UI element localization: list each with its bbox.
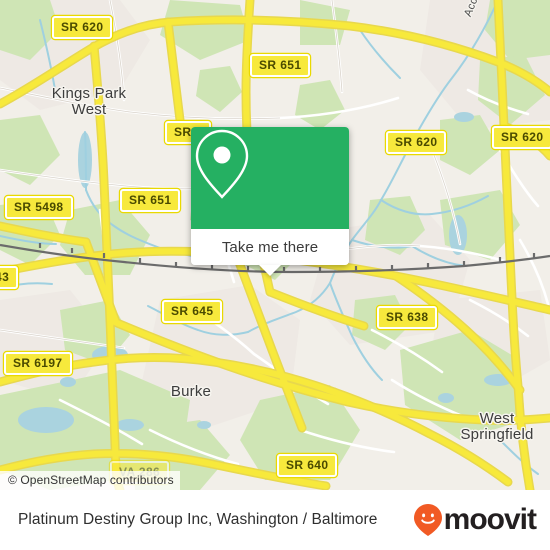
- route-shield-sr-6197[interactable]: SR 6197: [4, 352, 72, 375]
- moovit-pin-icon: [413, 504, 442, 536]
- map-screenshot: Kings Park West Burke West Springfield A…: [0, 0, 550, 550]
- map-pin-icon: [195, 129, 249, 199]
- moovit-wordmark: moovit: [443, 503, 537, 536]
- route-shield-sr-620-e1[interactable]: SR 620: [386, 131, 447, 154]
- route-shield-sr-5498[interactable]: SR 5498: [5, 196, 73, 219]
- route-shield-sr-640[interactable]: SR 640: [277, 454, 338, 477]
- popup-action-row[interactable]: Take me there: [191, 229, 349, 276]
- route-shield-sr-620-e2[interactable]: SR 620: [492, 126, 550, 149]
- route-shield-43-partial[interactable]: 43: [0, 266, 19, 289]
- route-shield-sr-645[interactable]: SR 645: [162, 300, 223, 323]
- popup-header: [191, 127, 349, 229]
- footer-bar: Platinum Destiny Group Inc, Washington /…: [0, 490, 550, 550]
- map-canvas[interactable]: Kings Park West Burke West Springfield A…: [0, 0, 550, 490]
- location-title: Platinum Destiny Group Inc, Washington /…: [18, 511, 378, 528]
- route-shield-sr-638[interactable]: SR 638: [377, 306, 438, 329]
- route-shield-sr-620-nw[interactable]: SR 620: [52, 16, 113, 39]
- route-shield-sr-651-w[interactable]: SR 651: [120, 189, 181, 212]
- location-popup[interactable]: Take me there: [191, 127, 349, 276]
- osm-attribution[interactable]: © OpenStreetMap contributors: [0, 471, 180, 490]
- route-shield-sr-651-n[interactable]: SR 651: [250, 54, 311, 77]
- moovit-logo[interactable]: moovit: [413, 503, 537, 537]
- take-me-there-label: Take me there: [221, 238, 319, 256]
- popup-pointer: [259, 265, 281, 276]
